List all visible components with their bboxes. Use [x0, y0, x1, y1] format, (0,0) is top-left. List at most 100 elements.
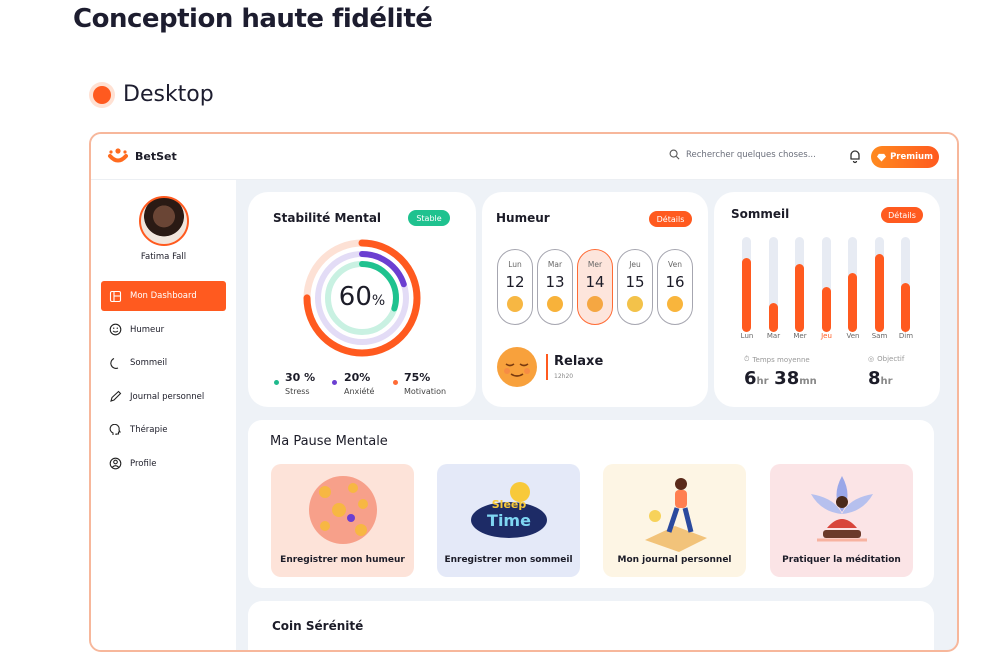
laughing-emoji-icon [667, 296, 683, 312]
stability-score-unit: % [371, 293, 386, 309]
mood-time: 12h20 [554, 373, 574, 380]
hr-unit: hr [756, 376, 769, 387]
serenity-card: Coin Sérénité [248, 601, 934, 650]
stability-score: 60% [300, 282, 424, 312]
day-number: 14 [585, 273, 605, 291]
sleep-day-label: Dim [898, 332, 914, 340]
sleep-bar-mar [768, 237, 778, 332]
sidebar-item-label: Mon Dashboard [130, 291, 197, 301]
avg-hours: 6 [744, 368, 757, 389]
day-number: 16 [665, 273, 685, 291]
sleep-day-label: Mer [793, 332, 807, 340]
brand[interactable]: BetSet [107, 147, 177, 166]
clock-icon: ⏱ [744, 355, 750, 363]
sidebar: Fatima Fall Mon Dashboard Humeur Sommeil… [91, 180, 236, 650]
sleep-bar-jeu [821, 237, 831, 332]
stress-dot-icon [274, 380, 279, 385]
section-label-text: Desktop [123, 82, 214, 107]
day-wednesday[interactable]: Mer 14 [577, 249, 613, 325]
brain-icon [109, 423, 121, 435]
day-number: 15 [625, 273, 645, 291]
avg-minutes: 38 [774, 368, 800, 389]
section-dot-icon [93, 85, 111, 104]
avg-time-value: 6hr 38mn [744, 368, 817, 389]
section-label: Desktop [93, 82, 214, 107]
goal-label: ◎ Objectif [868, 355, 904, 363]
pause-title: Ma Pause Mentale [270, 434, 388, 449]
journal-person-icon [644, 478, 707, 552]
sleep-bar-lun [742, 237, 751, 332]
stable-badge: Stable [408, 210, 450, 226]
stability-card: Stabilité Mental Stable 60% 30 % Stress … [248, 192, 476, 407]
sleep-day-label: Lun [740, 332, 754, 340]
day-name: Jeu [629, 260, 641, 269]
search-icon [669, 149, 680, 160]
sidebar-nav: Mon Dashboard Humeur Sommeil Journal per… [101, 281, 226, 482]
tile-record-mood[interactable]: Enregistrer mon humeur [271, 464, 414, 577]
day-friday[interactable]: Ven 16 [657, 249, 693, 325]
relaxed-emoji-icon [587, 296, 603, 312]
meditation-icon [810, 476, 873, 542]
sleep-day-label: Mar [766, 332, 781, 340]
sleep-bar-fill [768, 303, 778, 332]
day-number: 12 [505, 273, 525, 291]
stat-value: 75% [404, 371, 431, 384]
day-name: Lun [508, 260, 522, 269]
sleep-bar-sam [874, 237, 884, 332]
day-tuesday[interactable]: Mar 13 [537, 249, 573, 325]
stat-label: Anxiété [344, 387, 375, 396]
tile-label: Enregistrer mon humeur [280, 555, 405, 565]
stat-value: 30 % [285, 371, 316, 384]
stability-score-value: 60 [338, 282, 372, 312]
brand-name: BetSet [135, 150, 177, 163]
sleep-bar-dim [901, 237, 910, 332]
sidebar-item-humeur[interactable]: Humeur [101, 315, 226, 345]
sleep-bar-fill [821, 287, 831, 332]
mood-flower-icon [308, 476, 377, 544]
stat-label: Stress [285, 387, 310, 396]
dashboard-icon [109, 290, 122, 302]
avatar[interactable] [139, 196, 189, 246]
stat-value: 20% [344, 371, 371, 384]
stat-stress: 30 % Stress [285, 371, 315, 396]
tile-journal[interactable]: Mon journal personnel [603, 464, 746, 577]
mood-title: Humeur [496, 211, 550, 225]
goal-value: 8hr [868, 368, 893, 389]
sleep-bar-fill [848, 273, 857, 332]
user-name: Fatima Fall [140, 252, 187, 262]
stat-anxiety: 20% Anxiété [344, 371, 374, 396]
day-name: Mar [547, 260, 563, 269]
sidebar-item-journal[interactable]: Journal personnel [101, 382, 226, 412]
tile-label: Pratiquer la méditation [782, 555, 901, 565]
sidebar-item-profile[interactable]: Profile [101, 449, 226, 479]
sleep-day-label: Sam [871, 332, 888, 340]
sidebar-item-dashboard[interactable]: Mon Dashboard [101, 281, 226, 311]
sleep-day-label: Ven [846, 332, 860, 340]
tile-record-sleep[interactable]: Time Sleep Enregistrer mon sommeil [437, 464, 580, 577]
sleep-bar-fill [874, 254, 884, 332]
sidebar-item-label: Sommeil [130, 358, 168, 368]
pen-icon [110, 390, 122, 402]
avg-time-label-text: Temps moyenne [752, 355, 810, 364]
neutral-emoji-icon [627, 296, 643, 312]
sleep-time-icon: Time Sleep [470, 482, 547, 538]
sidebar-item-therapie[interactable]: Thérapie [101, 415, 226, 445]
anxiety-dot-icon [332, 380, 337, 385]
mood-divider [546, 354, 548, 380]
day-thursday[interactable]: Jeu 15 [617, 249, 653, 325]
app-frame: BetSet Rechercher quelques choses... Pre… [89, 132, 959, 652]
tile-meditation[interactable]: Pratiquer la méditation [770, 464, 913, 577]
svg-text:Sleep: Sleep [491, 498, 526, 511]
sidebar-item-label: Thérapie [130, 425, 168, 435]
relaxed-face-icon [497, 347, 537, 387]
sleep-bar-fill [901, 283, 910, 332]
sleep-card: Sommeil Détails Lun Mar Mer Jeu Ven Sam Dim ⏱ … [714, 192, 940, 407]
smile-icon [109, 323, 122, 336]
sidebar-item-sommeil[interactable]: Sommeil [101, 348, 226, 378]
stat-label: Motivation [404, 387, 447, 396]
mood-card: Humeur Détails Lun 12 Mar 13 Mer 14 Jeu … [482, 192, 708, 407]
mood-details-button[interactable]: Détails [649, 211, 692, 227]
day-monday[interactable]: Lun 12 [497, 249, 533, 325]
avg-time-label: ⏱ Temps moyenne [744, 355, 810, 364]
day-name: Ven [668, 260, 682, 269]
